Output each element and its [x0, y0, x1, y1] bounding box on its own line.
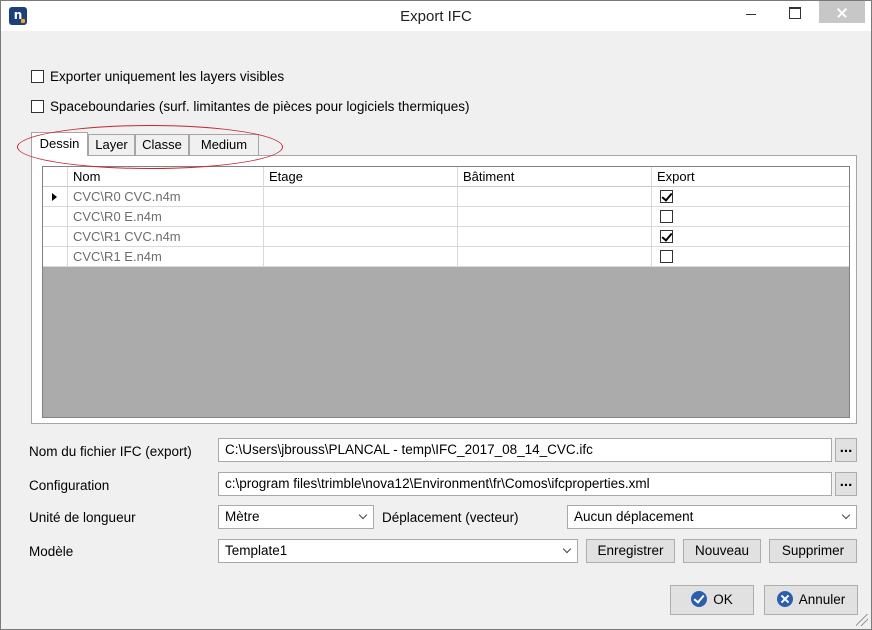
current-row-icon	[52, 193, 57, 201]
tab-medium[interactable]: Medium	[189, 134, 259, 155]
cell-nom[interactable]: CVC\R1 E.n4m	[68, 247, 264, 267]
row-header[interactable]	[43, 247, 68, 267]
export-checkbox[interactable]	[660, 250, 673, 263]
spaceboundaries-option[interactable]: Spaceboundaries (surf. limitantes de piè…	[31, 97, 469, 115]
cell-etage[interactable]	[264, 207, 458, 227]
length-unit-select[interactable]: Mètre	[218, 505, 374, 529]
spaceboundaries-checkbox[interactable]	[31, 99, 44, 113]
check-circle-icon	[691, 591, 708, 607]
cell-batiment[interactable]	[458, 187, 652, 207]
length-unit-value: Mètre	[225, 509, 260, 524]
save-model-button[interactable]: Enregistrer	[586, 539, 675, 563]
cell-nom[interactable]: CVC\R0 E.n4m	[68, 207, 264, 227]
cancel-button[interactable]: Annuler	[764, 585, 858, 615]
visible-layers-checkbox[interactable]	[31, 69, 44, 83]
row-header-corner	[43, 167, 68, 187]
minimize-icon[interactable]	[737, 1, 765, 23]
model-label: Modèle	[29, 544, 74, 559]
ifc-file-browse-button[interactable]: ...	[835, 438, 857, 462]
export-checkbox[interactable]	[660, 210, 673, 223]
ok-button[interactable]: OK	[670, 585, 754, 615]
model-select[interactable]: Template1	[218, 539, 578, 563]
table-row[interactable]: CVC\R1 CVC.n4m	[43, 227, 849, 247]
tab-panel-dessin: Nom Etage Bâtiment Export CVC\R0 CVC.n4m…	[31, 155, 857, 424]
model-value: Template1	[225, 543, 288, 558]
chevron-down-icon[interactable]	[558, 540, 577, 562]
close-icon[interactable]	[819, 1, 865, 23]
row-header[interactable]	[43, 207, 68, 227]
delete-model-button[interactable]: Supprimer	[769, 539, 857, 563]
export-ifc-dialog: n Export IFC Exporter uniquement les lay…	[0, 0, 872, 630]
displacement-label: Déplacement (vecteur)	[382, 510, 519, 525]
column-header-batiment[interactable]: Bâtiment	[458, 167, 652, 187]
new-model-button[interactable]: Nouveau	[683, 539, 761, 563]
export-checkbox[interactable]	[660, 230, 673, 243]
export-checkbox[interactable]	[660, 190, 673, 203]
ok-label: OK	[713, 592, 733, 607]
drawings-grid: Nom Etage Bâtiment Export CVC\R0 CVC.n4m…	[42, 166, 850, 418]
visible-layers-label: Exporter uniquement les layers visibles	[50, 68, 285, 84]
row-header[interactable]	[43, 187, 68, 207]
configuration-input[interactable]: c:\program files\trimble\nova12\Environm…	[218, 472, 832, 496]
spaceboundaries-label: Spaceboundaries (surf. limitantes de piè…	[50, 98, 470, 114]
column-header-export[interactable]: Export	[652, 167, 849, 187]
grid-header: Nom Etage Bâtiment Export	[43, 167, 849, 187]
title-bar: n Export IFC	[1, 1, 871, 31]
cell-export	[652, 247, 849, 267]
cell-etage[interactable]	[264, 187, 458, 207]
displacement-value: Aucun déplacement	[574, 509, 694, 524]
tab-dessin[interactable]: Dessin	[31, 132, 88, 156]
cell-nom[interactable]: CVC\R0 CVC.n4m	[68, 187, 264, 207]
cell-export	[652, 207, 849, 227]
cell-nom[interactable]: CVC\R1 CVC.n4m	[68, 227, 264, 247]
configuration-label: Configuration	[29, 478, 110, 493]
visible-layers-option[interactable]: Exporter uniquement les layers visibles	[31, 67, 284, 85]
ifc-file-label: Nom du fichier IFC (export)	[29, 444, 192, 459]
cell-etage[interactable]	[264, 247, 458, 267]
tab-layer[interactable]: Layer	[88, 134, 135, 155]
cell-batiment[interactable]	[458, 227, 652, 247]
table-row[interactable]: CVC\R1 E.n4m	[43, 247, 849, 267]
configuration-browse-button[interactable]: ...	[835, 472, 857, 496]
cell-export	[652, 227, 849, 247]
row-header[interactable]	[43, 227, 68, 247]
cell-export	[652, 187, 849, 207]
length-unit-label: Unité de longueur	[29, 510, 136, 525]
table-row[interactable]: CVC\R0 CVC.n4m	[43, 187, 849, 207]
displacement-select[interactable]: Aucun déplacement	[567, 505, 857, 529]
table-row[interactable]: CVC\R0 E.n4m	[43, 207, 849, 227]
column-header-nom[interactable]: Nom	[68, 167, 264, 187]
maximize-icon[interactable]	[780, 1, 808, 23]
tab-classe[interactable]: Classe	[135, 134, 189, 155]
cell-etage[interactable]	[264, 227, 458, 247]
resize-grip-icon[interactable]	[856, 614, 868, 626]
cancel-circle-icon	[776, 591, 793, 607]
cancel-label: Annuler	[798, 592, 846, 607]
ifc-file-input[interactable]: C:\Users\jbrouss\PLANCAL - temp\IFC_2017…	[218, 438, 832, 462]
cell-batiment[interactable]	[458, 207, 652, 227]
chevron-down-icon[interactable]	[837, 506, 856, 528]
cell-batiment[interactable]	[458, 247, 652, 267]
chevron-down-icon[interactable]	[354, 506, 373, 528]
column-header-etage[interactable]: Etage	[264, 167, 458, 187]
